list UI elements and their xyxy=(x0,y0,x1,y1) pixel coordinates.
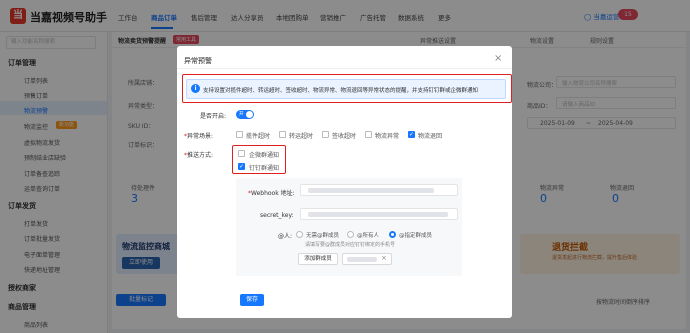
scene-label: 异常场景: xyxy=(187,133,214,140)
scene-label-signed[interactable]: 签收超时 xyxy=(332,131,356,140)
scene-checkbox-exception[interactable] xyxy=(365,131,372,138)
at-option-none[interactable]: 无需@群成员 xyxy=(306,231,339,239)
scene-label-exception[interactable]: 物流异常 xyxy=(375,131,399,140)
dialog-divider xyxy=(177,68,512,69)
at-label: @人: xyxy=(278,233,293,240)
member-tag-value-blurred xyxy=(347,257,377,262)
highlight-box-method xyxy=(232,145,286,174)
dialog-title: 异常预警 xyxy=(184,57,212,65)
at-option-specific[interactable]: @指定群成员 xyxy=(399,231,432,239)
add-member-button[interactable]: 添加群成员 xyxy=(298,253,338,265)
webhook-value-blurred xyxy=(308,188,434,193)
scene-checkbox-transit[interactable] xyxy=(279,131,286,138)
scene-checkbox-return[interactable]: ✓ xyxy=(408,131,415,138)
close-icon[interactable]: × xyxy=(494,53,502,64)
scene-checkbox-pickup[interactable] xyxy=(236,131,243,138)
save-button[interactable]: 保存 xyxy=(240,294,264,306)
tag-remove-icon[interactable]: × xyxy=(381,254,387,262)
at-radio-specific[interactable] xyxy=(389,231,396,238)
at-radio-none[interactable] xyxy=(296,231,303,238)
secret-value-blurred xyxy=(308,212,448,217)
enable-label: 是否开启: xyxy=(200,113,227,120)
scene-label-return[interactable]: 物流退回 xyxy=(418,131,442,140)
highlight-box-notice xyxy=(182,74,512,103)
scene-label-pickup[interactable]: 揽件超时 xyxy=(246,131,270,140)
secret-label: secret_key: xyxy=(260,212,294,219)
webhook-label: Webhook 地址: xyxy=(251,190,295,197)
at-radio-all[interactable] xyxy=(347,231,354,238)
method-label: 推送方式: xyxy=(187,152,214,159)
scene-label-transit[interactable]: 转运超时 xyxy=(289,131,313,140)
scene-checkbox-signed[interactable] xyxy=(322,131,329,138)
at-hint: 请填写要@群成员对应钉钉绑定的手机号 xyxy=(305,242,396,248)
enable-toggle[interactable]: 开 xyxy=(236,110,254,119)
at-option-all[interactable]: @所有人 xyxy=(357,231,379,239)
